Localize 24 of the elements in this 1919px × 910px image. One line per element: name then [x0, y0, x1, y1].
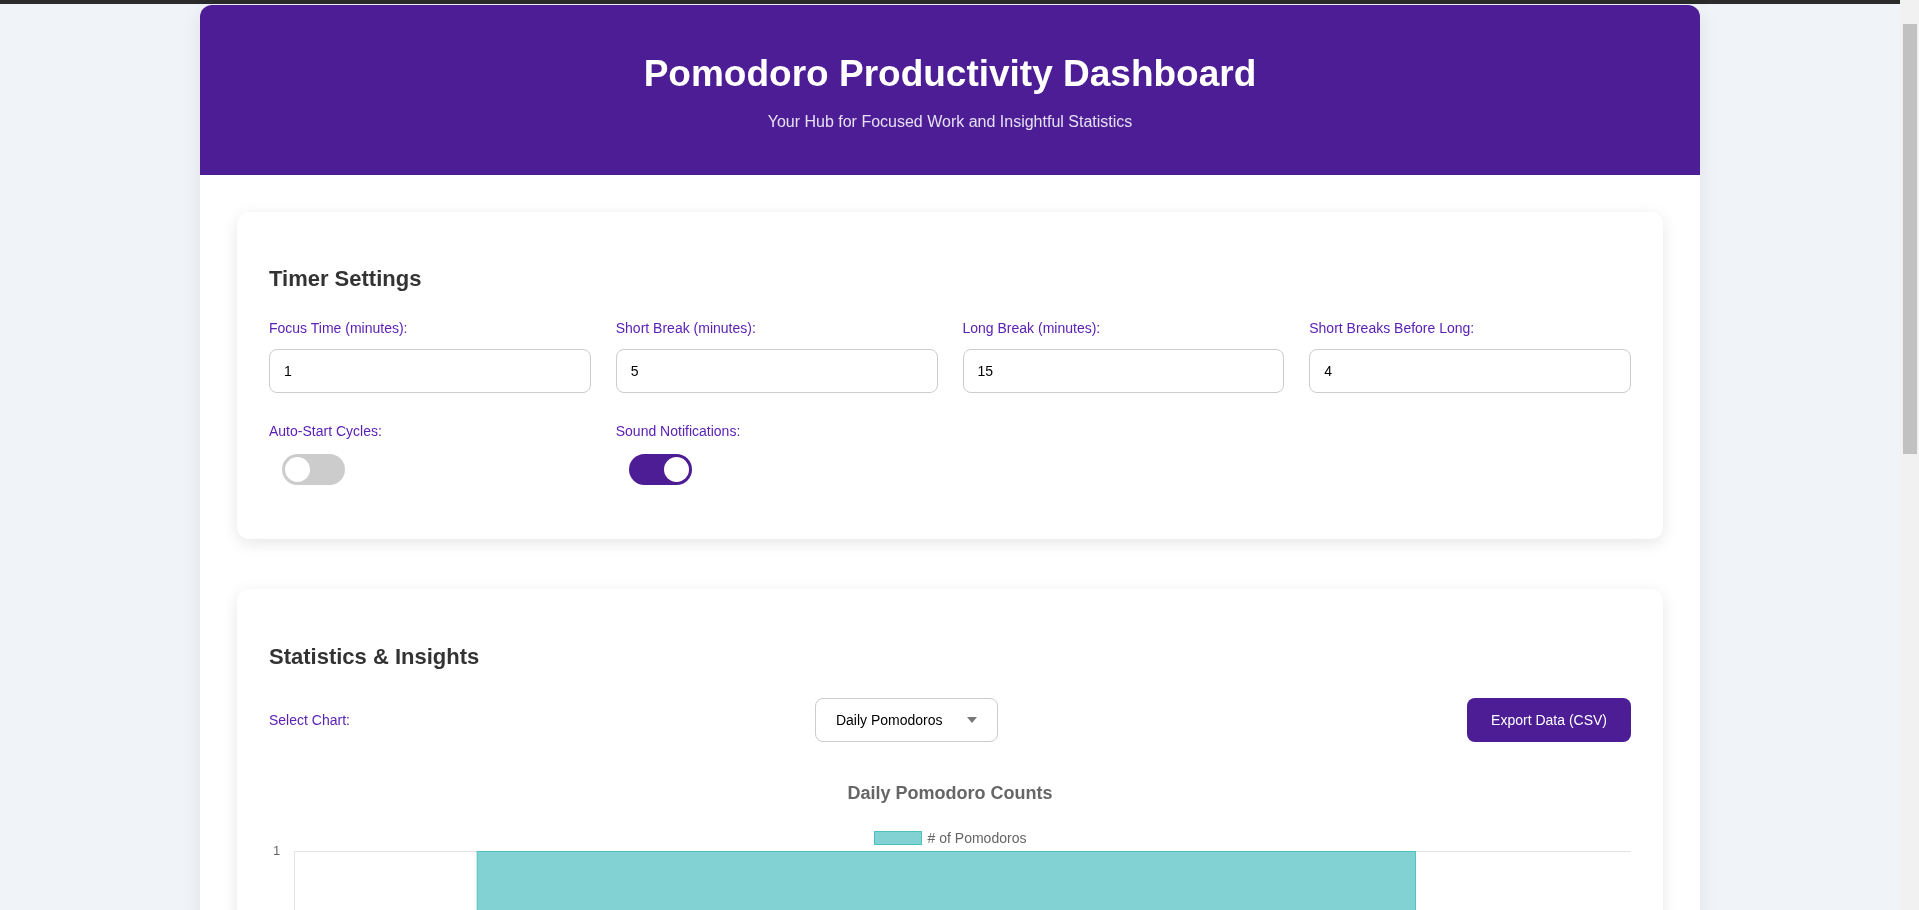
- chart-title: Daily Pomodoro Counts: [846, 783, 1054, 804]
- select-label: Select Chart:: [269, 712, 350, 728]
- scrollbar[interactable]: [1900, 0, 1919, 910]
- toggle-switch[interactable]: [628, 454, 692, 485]
- export-button[interactable]: Export Data (CSV): [1467, 698, 1631, 742]
- axis-tick-label: 1: [273, 844, 281, 857]
- section-title: Timer Settings: [269, 266, 423, 292]
- toggle-label: Sound Notifications:: [615, 423, 741, 439]
- section-title: Statistics & Insights: [269, 644, 481, 670]
- field-label: Long Break (minutes):: [962, 320, 1101, 336]
- chart-select[interactable]: Daily Pomodoros: [814, 698, 998, 742]
- toggle-switch[interactable]: [282, 454, 345, 485]
- toggle-label: Auto-Start Cycles:: [269, 423, 382, 439]
- field-label: Focus Time (minutes):: [269, 320, 408, 336]
- number-input[interactable]: 1: [269, 349, 591, 393]
- legend-item[interactable]: # of Pomodoros: [873, 830, 1027, 846]
- field-label: Short Break (minutes):: [615, 320, 756, 336]
- number-input[interactable]: 5: [615, 349, 938, 393]
- page-subtitle: Your Hub for Focused Work and Insightful Statistics: [766, 113, 1134, 131]
- number-input[interactable]: 4: [1309, 349, 1631, 393]
- page-title: Pomodoro Productivity Dashboard: [642, 53, 1258, 95]
- number-input[interactable]: 15: [962, 349, 1285, 393]
- caret-icon: [966, 717, 977, 723]
- field-label: Short Breaks Before Long:: [1309, 320, 1475, 336]
